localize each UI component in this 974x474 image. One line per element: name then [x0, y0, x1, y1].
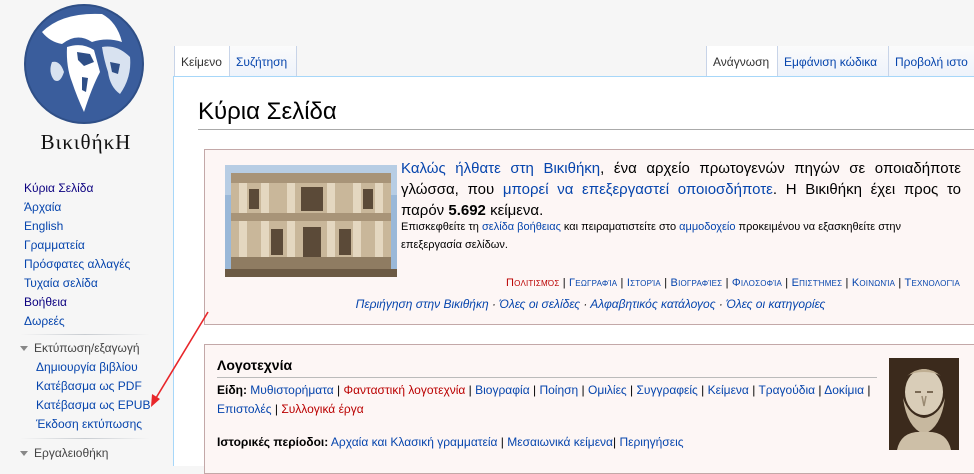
print-export-heading[interactable]: Εκτύπωση/εξαγωγή [20, 341, 140, 355]
help-page-link[interactable]: σελίδα βοήθειας [482, 221, 561, 233]
literature-box: Λογοτεχνία Είδη: Μυθιστορήματα | Φανταστ… [204, 344, 974, 474]
literature-divider [217, 377, 877, 378]
category-link[interactable]: Πολιτισμός [506, 277, 559, 289]
chevron-down-icon [20, 346, 28, 352]
sidebar-item-archaia[interactable]: Άρχαία [24, 198, 130, 217]
welcome-box: Καλώς ήλθατε στη Βικιθήκη, ένα αρχείο πρ… [204, 149, 974, 325]
period-links: Ιστορικές περίοδοι: Αρχαία και Κλασική γ… [217, 435, 684, 449]
sidebar-navigation: Κύρια Σελίδα Άρχαία English Γραμματεία Π… [24, 179, 130, 331]
sandbox-link[interactable]: αμμοδοχείο [679, 221, 735, 233]
tab-read[interactable]: Ανάγνωση [706, 46, 777, 76]
genre-link[interactable]: Ομιλίες [588, 383, 627, 397]
genre-link[interactable]: Δοκίμια [824, 383, 864, 397]
category-link[interactable]: Επιστήμες [792, 277, 843, 289]
main-content: Κύρια Σελίδα Καλώς ήλθατε στη Βικιθήκη, … [173, 76, 974, 474]
create-book-link[interactable]: Δημιουργία βιβλίου [36, 358, 150, 377]
page-title: Κύρια Σελίδα [198, 98, 337, 125]
category-link[interactable]: Βιογραφίες [671, 277, 723, 289]
logo-wordmark: ΒικιθήκΗ [40, 130, 132, 154]
category-links: Πολιτισμός | Γεωγραφία | Ιστορία | Βιογρ… [506, 277, 960, 289]
genre-link[interactable]: Τραγούδια [758, 383, 815, 397]
sidebar-item-grammateia[interactable]: Γραμματεία [24, 236, 130, 255]
sidebar-item-main-page[interactable]: Κύρια Σελίδα [24, 179, 130, 198]
genre-link[interactable]: Ποίηση [539, 383, 578, 397]
sidebar-item-recent-changes[interactable]: Πρόσφατες αλλαγές [24, 255, 130, 274]
print-export-menu: Δημιουργία βιβλίου Κατέβασμα ως PDF Κατέ… [36, 358, 150, 434]
library-of-celsus-image[interactable] [225, 165, 397, 277]
genre-link[interactable]: Βιογραφία [475, 383, 530, 397]
category-link[interactable]: Φιλοσοφία [732, 277, 782, 289]
category-link[interactable]: Τεχνολογία [905, 277, 960, 289]
category-link[interactable]: Γεωγραφία [569, 277, 617, 289]
text-count: 5.692 [448, 202, 486, 219]
welcome-text: Καλώς ήλθατε στη Βικιθήκη, ένα αρχείο πρ… [401, 160, 962, 219]
genre-link[interactable]: Επιστολές [217, 402, 272, 416]
portal-divider [20, 334, 150, 335]
period-link[interactable]: Αρχαία και Κλασική γραμματεία [331, 435, 498, 449]
browse-links: Περιήγηση στην Βικιθήκη · Όλες οι σελίδε… [355, 297, 826, 311]
download-epub-link[interactable]: Κατέβασμα ως EPUB [36, 396, 150, 415]
all-pages-link[interactable]: Όλες οι σελίδες [499, 297, 580, 311]
anyone-can-edit-link[interactable]: μπορεί να επεξεργαστεί οποιοσδήποτε [503, 181, 773, 198]
sidebar: ΒικιθήκΗ Κύρια Σελίδα Άρχαία English Γρα… [0, 0, 174, 466]
sidebar-item-help[interactable]: Βοήθεια [24, 293, 130, 312]
title-divider [198, 129, 974, 130]
toolbox-heading[interactable]: Εργαλειοθήκη [20, 446, 108, 460]
tab-view-source[interactable]: Εμφάνιση κώδικα [777, 46, 888, 76]
period-link[interactable]: Μεσαιωνικά κείμενα [507, 435, 613, 449]
literature-title: Λογοτεχνία [217, 357, 293, 373]
download-pdf-link[interactable]: Κατέβασμα ως PDF [36, 377, 150, 396]
period-link[interactable]: Περιηγήσεις [619, 435, 683, 449]
category-link[interactable]: Ιστορία [627, 277, 661, 289]
genre-link[interactable]: Φανταστική λογοτεχνία [344, 383, 466, 397]
sidebar-item-random-page[interactable]: Τυχαία σελίδα [24, 274, 130, 293]
category-link[interactable]: Κοινωνία [852, 277, 895, 289]
sidebar-item-donations[interactable]: Δωρεές [24, 312, 130, 331]
all-categories-link[interactable]: Όλες οι κατηγορίες [726, 297, 825, 311]
welcome-link[interactable]: Καλώς ήλθατε στη Βικιθήκη [401, 160, 600, 177]
sidebar-item-english[interactable]: English [24, 217, 130, 236]
portal-divider [20, 438, 150, 439]
welcome-subtext: Επισκεφθείτε τη σελίδα βοήθειας και πειρ… [401, 221, 902, 251]
genre-link[interactable]: Συγγραφείς [637, 383, 698, 397]
tab-text[interactable]: Κείμενο [174, 46, 229, 76]
genre-link[interactable]: Συλλογικά έργα [281, 402, 363, 416]
tab-view-history[interactable]: Προβολή ιστο [888, 46, 974, 76]
tab-discussion[interactable]: Συζήτηση [229, 46, 297, 76]
chevron-down-icon [20, 451, 28, 457]
genre-link[interactable]: Κείμενα [708, 383, 749, 397]
browse-link[interactable]: Περιήγηση στην Βικιθήκη [356, 297, 489, 311]
genre-link[interactable]: Μυθιστορήματα [250, 383, 333, 397]
homer-bust-image[interactable] [889, 358, 959, 450]
printable-version-link[interactable]: Έκδοση εκτύπωσης [36, 415, 150, 434]
alphabetical-index-link[interactable]: Αλφαβητικός κατάλογος [590, 297, 715, 311]
genre-links: Είδη: Μυθιστορήματα | Φανταστική λογοτεχ… [217, 383, 871, 416]
wikisource-globe-icon [24, 4, 144, 124]
